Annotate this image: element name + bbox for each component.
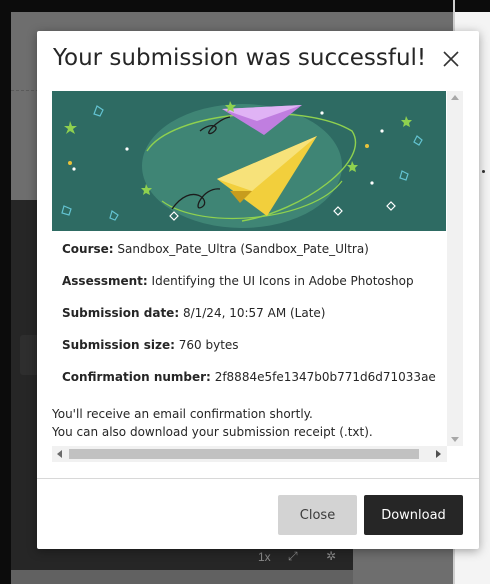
confirmation-number-value: 2f8884e5fe1347b0b771d6d71033ae: [214, 370, 436, 384]
submission-date-row: Submission date: 8/1/24, 10:57 AM (Late): [62, 306, 446, 338]
submission-details: Course: Sandbox_Pate_Ultra (Sandbox_Pate…: [62, 242, 446, 402]
submission-date-label: Submission date:: [62, 306, 180, 320]
course-label: Course:: [62, 242, 114, 256]
dialog-title: Your submission was successful!: [53, 45, 427, 71]
submission-date-value: 8/1/24, 10:57 AM (Late): [182, 306, 326, 320]
scroll-down-arrow-icon[interactable]: [451, 437, 459, 442]
assessment-value: Identifying the UI Icons in Adobe Photos…: [151, 274, 414, 288]
submission-size-label: Submission size:: [62, 338, 175, 352]
close-icon[interactable]: [439, 47, 463, 71]
confirmation-number-label: Confirmation number:: [62, 370, 211, 384]
horizontal-scroll-thumb[interactable]: [69, 449, 419, 459]
scroll-right-arrow-icon[interactable]: [436, 450, 441, 458]
background-border-top: [0, 0, 490, 12]
assessment-row: Assessment: Identifying the UI Icons in …: [62, 274, 446, 306]
dialog-scroll-area[interactable]: Course: Sandbox_Pate_Ultra (Sandbox_Pate…: [52, 91, 463, 462]
scroll-left-arrow-icon[interactable]: [57, 450, 62, 458]
playback-speed-label: 1x: [258, 550, 271, 564]
submission-size-value: 760 bytes: [178, 338, 239, 352]
confirmation-notice: You'll receive an email confirmation sho…: [52, 405, 446, 441]
download-button[interactable]: Download: [364, 495, 463, 535]
paper-plane-banner: [52, 91, 446, 231]
fullscreen-icon: ⤢: [288, 549, 298, 563]
horizontal-scrollbar[interactable]: [52, 446, 447, 462]
confirmation-number-row: Confirmation number: 2f8884e5fe1347b0b77…: [62, 370, 446, 402]
submission-size-row: Submission size: 760 bytes: [62, 338, 446, 370]
notice-line-email: You'll receive an email confirmation sho…: [52, 407, 313, 421]
course-value: Sandbox_Pate_Ultra (Sandbox_Pate_Ultra): [117, 242, 369, 256]
submission-success-dialog: Your submission was successful! Course: …: [37, 31, 479, 549]
vertical-scrollbar[interactable]: [447, 91, 463, 446]
assessment-label: Assessment:: [62, 274, 148, 288]
scroll-up-arrow-icon[interactable]: [451, 95, 459, 100]
notice-line-receipt: You can also download your submission re…: [52, 425, 373, 439]
background-border-left: [0, 0, 11, 584]
settings-icon: ✲: [326, 549, 337, 563]
footer-divider: [37, 478, 479, 479]
background-player-controls: 1x ⤢ ✲: [240, 548, 353, 568]
course-row: Course: Sandbox_Pate_Ultra (Sandbox_Pate…: [62, 242, 446, 274]
close-button[interactable]: Close: [278, 495, 357, 535]
background-dot: [482, 170, 485, 173]
